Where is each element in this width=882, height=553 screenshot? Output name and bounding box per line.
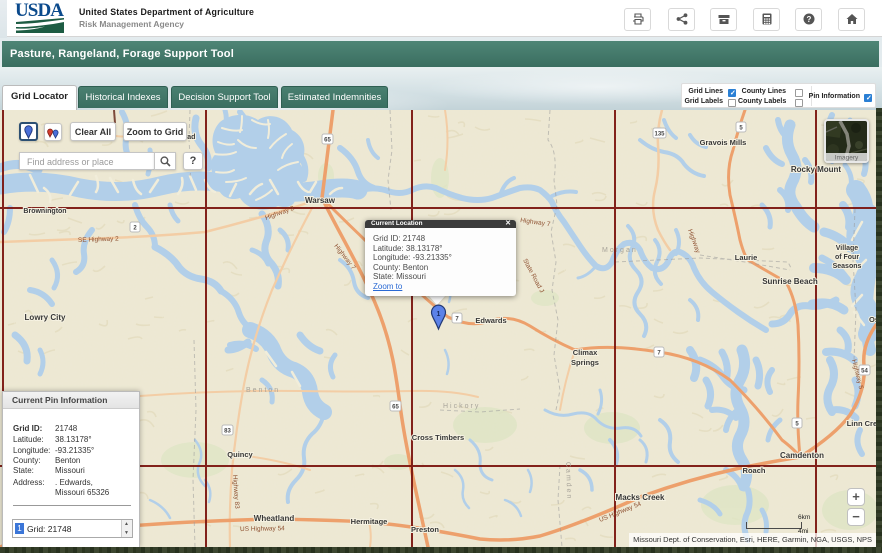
svg-text:SE Highway 2: SE Highway 2 <box>78 236 119 244</box>
svg-text:65: 65 <box>324 138 331 144</box>
svg-text:US Highway 54: US Highway 54 <box>240 525 285 533</box>
svg-text:Camdenton: Camdenton <box>780 451 824 460</box>
svg-text:of Four: of Four <box>835 254 859 261</box>
svg-text:Os: Os <box>869 315 876 324</box>
svg-text:Edwards: Edwards <box>475 316 506 325</box>
svg-text:Macks Creek: Macks Creek <box>616 493 665 502</box>
svg-text:Benton: Benton <box>246 387 280 394</box>
svg-text:Gravois Mills: Gravois Mills <box>700 138 747 147</box>
svg-text:Village: Village <box>836 245 859 252</box>
svg-text:Preston: Preston <box>411 525 439 534</box>
svg-text:Roach: Roach <box>743 466 766 475</box>
svg-text:?: ? <box>806 15 811 24</box>
svg-text:Brownington: Brownington <box>23 208 66 215</box>
svg-text:Warsaw: Warsaw <box>305 196 336 205</box>
svg-text:Hermitage: Hermitage <box>351 517 388 526</box>
svg-text:Rocky Mount: Rocky Mount <box>791 165 842 174</box>
svg-text:Morgan: Morgan <box>602 247 638 254</box>
svg-text:Climax: Climax <box>573 348 598 357</box>
svg-text:Sunrise Beach: Sunrise Beach <box>762 277 818 286</box>
svg-text:Imagery: Imagery <box>835 155 859 162</box>
svg-text:54: 54 <box>861 369 868 375</box>
svg-text:Lowry City: Lowry City <box>25 313 66 322</box>
svg-text:65: 65 <box>392 405 399 411</box>
svg-text:Hickory: Hickory <box>443 403 480 410</box>
svg-text:Quincy: Quincy <box>227 450 253 459</box>
svg-text:Springs: Springs <box>571 358 599 367</box>
svg-text:Linn Cree: Linn Cree <box>847 419 876 428</box>
svg-text:USDA: USDA <box>15 1 64 21</box>
svg-text:83: 83 <box>224 429 231 435</box>
svg-text:Cross Timbers: Cross Timbers <box>412 433 464 442</box>
svg-text:135: 135 <box>654 132 665 138</box>
svg-text:Laurie: Laurie <box>735 253 758 262</box>
svg-text:Seasons: Seasons <box>833 263 862 270</box>
svg-text:Wheatland: Wheatland <box>254 514 295 523</box>
svg-text:Camden: Camden <box>564 462 572 501</box>
